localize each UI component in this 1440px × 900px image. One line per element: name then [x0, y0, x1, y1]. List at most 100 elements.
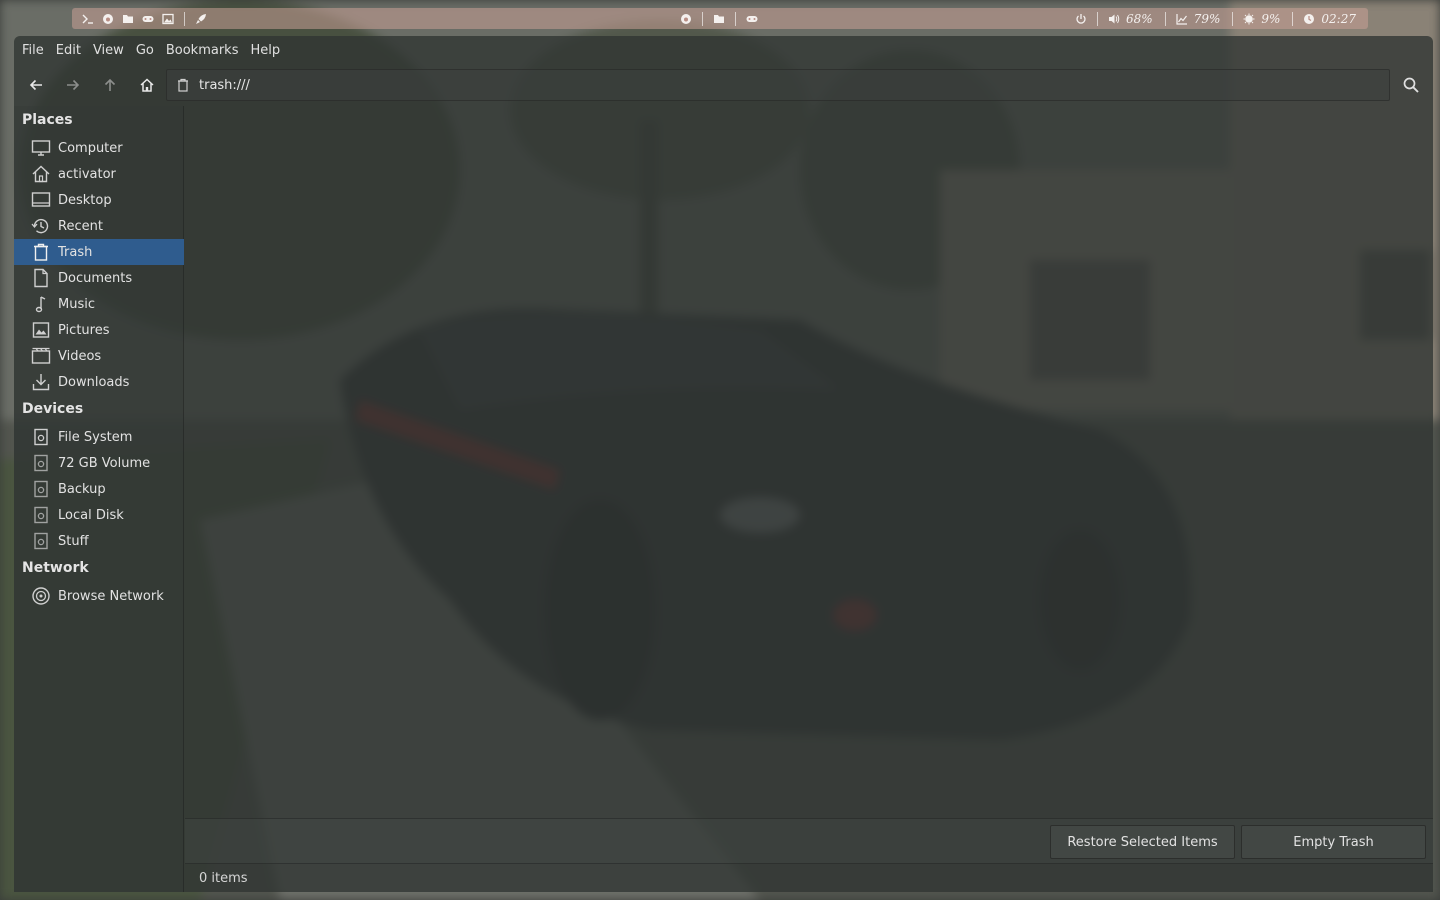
location-input[interactable]	[199, 77, 1349, 93]
sidebar-item-pictures[interactable]: Pictures	[14, 317, 184, 343]
sidebar-item-music[interactable]: Music	[14, 291, 184, 317]
sidebar-item-backup[interactable]: Backup	[14, 476, 184, 502]
menu-go[interactable]: Go	[136, 43, 164, 58]
sidebar-section-devices: Devices	[22, 401, 84, 417]
restore-selected-items-button[interactable]: Restore Selected Items	[1050, 825, 1235, 859]
home-icon	[140, 78, 154, 92]
forward-button[interactable]	[58, 70, 88, 100]
file-view[interactable]	[185, 106, 1433, 816]
power-icon[interactable]	[1073, 11, 1089, 27]
memory-icon	[1241, 11, 1257, 27]
sidebar-item-label: Pictures	[58, 322, 110, 338]
panel-separator	[1292, 11, 1294, 26]
panel-separator	[1164, 11, 1166, 26]
cpu-graph-icon	[1174, 11, 1190, 27]
up-button[interactable]	[95, 70, 125, 100]
toolbar	[14, 66, 1433, 104]
sidebar-item-label: Desktop	[58, 192, 112, 208]
sidebar-item-label: Stuff	[58, 533, 89, 549]
computer-icon	[31, 138, 51, 158]
sidebar-item-label: File System	[58, 429, 133, 445]
cpu-value: 79%	[1193, 11, 1221, 26]
sidebar-item-label: Browse Network	[58, 588, 164, 604]
location-bar[interactable]	[166, 69, 1390, 101]
sidebar-item-label: Music	[58, 296, 95, 312]
sidebar-item-stuff[interactable]: Stuff	[14, 528, 184, 554]
sidebar-item-trash[interactable]: Trash	[14, 239, 184, 265]
sidebar-item-label: Trash	[58, 244, 93, 260]
sidebar-item-label: Computer	[58, 140, 123, 156]
empty-trash-button[interactable]: Empty Trash	[1241, 825, 1426, 859]
menu-help[interactable]: Help	[250, 43, 290, 58]
sidebar-section-places: Places	[22, 112, 73, 128]
sidebar-item-label: 72 GB Volume	[58, 455, 151, 471]
trash-icon	[31, 242, 51, 262]
sidebar-item-72gb-volume[interactable]: 72 GB Volume	[14, 450, 184, 476]
search-icon	[1403, 77, 1419, 93]
search-button[interactable]	[1399, 73, 1423, 97]
downloads-icon	[31, 372, 51, 392]
drive-icon	[31, 427, 51, 447]
panel-separator	[735, 11, 736, 26]
sidebar-item-label: activator	[58, 166, 116, 182]
sidebar-item-local-disk[interactable]: Local Disk	[14, 502, 184, 528]
drive-icon	[31, 453, 51, 473]
panel-launchers	[78, 8, 211, 29]
arrow-right-icon	[67, 79, 80, 91]
desktop-icon	[31, 190, 51, 210]
folder-icon[interactable]	[711, 11, 727, 27]
sidebar-item-downloads[interactable]: Downloads	[14, 369, 184, 395]
document-icon	[31, 268, 51, 288]
sidebar-item-documents[interactable]: Documents	[14, 265, 184, 291]
menubar: File Edit View Go Bookmarks Help	[14, 36, 1433, 64]
file-manager-window: File Edit View Go Bookmarks Help trash:/…	[14, 36, 1433, 892]
top-panel: 68% 79% 9% 02:27	[72, 8, 1368, 29]
gamepad-icon[interactable]	[140, 11, 156, 27]
arrow-left-icon	[29, 79, 42, 91]
menu-file[interactable]: File	[22, 43, 54, 58]
sidebar-section-network: Network	[22, 560, 89, 576]
item-count: 0 items	[199, 870, 248, 886]
menu-view[interactable]: View	[93, 43, 134, 58]
firefox-icon[interactable]	[678, 11, 694, 27]
panel-separator	[1097, 11, 1099, 26]
network-icon	[31, 586, 51, 606]
sidebar-item-label: Downloads	[58, 374, 130, 390]
memory-value: 9%	[1261, 11, 1281, 26]
trash-icon	[176, 78, 190, 92]
volume-icon[interactable]	[1106, 11, 1122, 27]
panel-separator	[184, 11, 185, 26]
home-button[interactable]	[132, 70, 162, 100]
sidebar-item-computer[interactable]: Computer	[14, 135, 184, 161]
sidebar-item-file-system[interactable]: File System	[14, 424, 184, 450]
sidebar-item-home[interactable]: activator	[14, 161, 184, 187]
music-icon	[31, 294, 51, 314]
trash-action-bar: Restore Selected Items Empty Trash	[185, 818, 1433, 864]
folder-icon[interactable]	[120, 11, 136, 27]
panel-separator	[1232, 11, 1234, 26]
sidebar-item-label: Recent	[58, 218, 103, 234]
menu-edit[interactable]: Edit	[56, 43, 91, 58]
firefox-icon[interactable]	[100, 11, 116, 27]
sidebar-item-videos[interactable]: Videos	[14, 343, 184, 369]
terminal-icon[interactable]	[80, 11, 96, 27]
rocket-icon[interactable]	[193, 11, 209, 27]
drive-icon	[31, 531, 51, 551]
sidebar-item-recent[interactable]: Recent	[14, 213, 184, 239]
image-icon[interactable]	[160, 11, 176, 27]
gamepad-icon[interactable]	[744, 11, 760, 27]
sidebar-item-desktop[interactable]: Desktop	[14, 187, 184, 213]
recent-icon	[31, 216, 51, 236]
panel-taskbar	[676, 8, 762, 29]
volume-value: 68%	[1126, 11, 1153, 26]
sidebar: Places Computer activator Desktop Recent	[14, 106, 184, 892]
sidebar-item-browse-network[interactable]: Browse Network	[14, 583, 184, 609]
clock-value[interactable]: 02:27	[1321, 12, 1356, 26]
menu-bookmarks[interactable]: Bookmarks	[166, 43, 249, 58]
back-button[interactable]	[21, 70, 51, 100]
arrow-up-icon	[104, 78, 116, 91]
sidebar-item-label: Videos	[58, 348, 102, 364]
sidebar-item-label: Documents	[58, 270, 133, 286]
status-bar: 0 items	[185, 864, 1433, 892]
clock-icon	[1301, 11, 1317, 27]
